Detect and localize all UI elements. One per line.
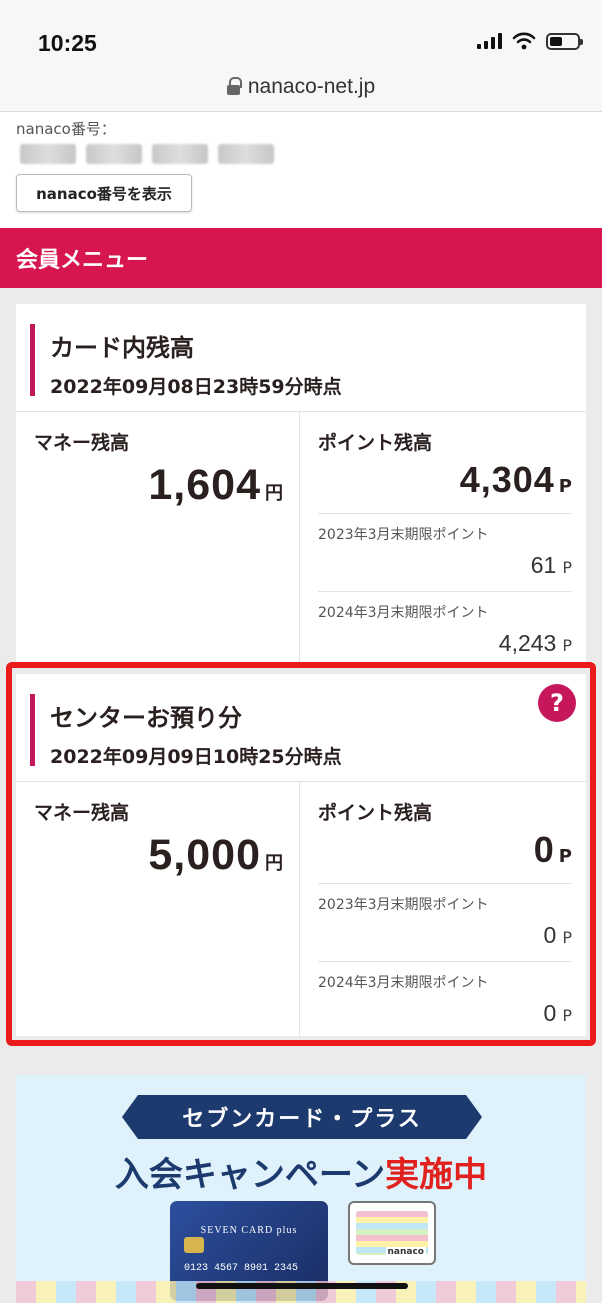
- expiring-points-unit: P: [562, 928, 572, 947]
- expiring-points-row: 2023年3月末期限ポイント 61 P: [318, 514, 572, 592]
- lock-icon: [226, 76, 242, 97]
- card-brand: SEVEN CARD plus: [200, 1225, 298, 1236]
- expiring-points-label: 2023年3月末期限ポイント: [318, 897, 489, 913]
- expiring-points-amount: 0: [543, 922, 557, 948]
- money-balance-column: マネー残高 1,604 円: [16, 412, 300, 666]
- nanaco-number-section: nanaco番号： nanaco番号を表示: [0, 112, 602, 228]
- card-balance-date: 2022年09月08日23時59分時点: [50, 376, 342, 398]
- member-menu-header[interactable]: 会員メニュー: [0, 228, 602, 288]
- money-balance-value: 1,604 円: [34, 461, 283, 510]
- center-balance-title: センターお預り分: [50, 704, 242, 732]
- expiring-points-value: 61 P: [318, 552, 572, 579]
- money-balance-column: マネー残高 5,000 円: [16, 782, 300, 1036]
- expiring-points-label: 2024年3月末期限ポイント: [318, 605, 489, 621]
- help-icon[interactable]: ?: [538, 684, 576, 722]
- expiring-points-row: 2023年3月末期限ポイント 0P: [318, 884, 572, 962]
- expiring-points-value: 0P: [318, 1000, 572, 1027]
- accent-bar: [30, 324, 35, 396]
- money-unit: 円: [265, 853, 283, 874]
- url-text: nanaco-net.jp: [247, 74, 376, 98]
- nanaco-card-image: nanaco: [348, 1201, 436, 1265]
- expiring-points-unit: P: [562, 636, 572, 655]
- expiring-points-value: 4,243 P: [318, 630, 572, 657]
- wifi-icon: [512, 32, 536, 50]
- expiring-points-label: 2024年3月末期限ポイント: [318, 975, 489, 991]
- expiring-points-unit: P: [562, 558, 572, 577]
- point-unit: P: [558, 476, 572, 497]
- money-balance-label: マネー残高: [34, 802, 130, 824]
- money-balance-label: マネー残高: [34, 432, 130, 454]
- banner-ribbon: セブンカード・プラス: [122, 1095, 482, 1139]
- center-balance-date: 2022年09月09日10時25分時点: [50, 746, 342, 768]
- point-amount: 4,304: [459, 459, 555, 500]
- center-balance-panel: センターお預り分 2022年09月09日10時25分時点 ? マネー残高 5,0…: [16, 674, 586, 1036]
- banner-headline-main: 入会キャンペーン: [114, 1155, 386, 1195]
- money-amount: 1,604: [148, 461, 261, 509]
- card-balance-panel: カード内残高 2022年09月08日23時59分時点 マネー残高 1,604 円 …: [16, 304, 586, 666]
- money-amount: 5,000: [148, 831, 261, 879]
- money-unit: 円: [265, 483, 283, 504]
- expiring-points-amount: 0: [543, 1000, 557, 1026]
- status-time: 10:25: [38, 30, 97, 56]
- point-amount: 0: [533, 829, 555, 870]
- card-balance-header: カード内残高 2022年09月08日23時59分時点: [16, 304, 586, 412]
- expiring-points-amount: 61: [530, 552, 557, 578]
- expiring-points-row: 2024年3月末期限ポイント 4,243 P: [318, 592, 572, 669]
- center-balance-header: センターお預り分 2022年09月09日10時25分時点 ?: [16, 674, 586, 782]
- point-balance-value: 0P: [318, 829, 572, 884]
- home-indicator[interactable]: [196, 1283, 408, 1289]
- point-balance-column: ポイント残高 0P 2023年3月末期限ポイント 0P 2024年3月末期限ポイ…: [300, 782, 586, 1036]
- point-balance-label: ポイント残高: [318, 802, 433, 824]
- expiring-points-amount: 4,243: [498, 630, 557, 656]
- card-balance-title: カード内残高: [50, 334, 194, 362]
- money-balance-value: 5,000 円: [34, 831, 283, 880]
- expiring-points-unit: P: [562, 1006, 572, 1025]
- nanaco-number-masked: [20, 144, 274, 164]
- point-unit: P: [558, 846, 572, 867]
- card-balance-body: マネー残高 1,604 円 ポイント残高 4,304 P 2023年3月末期限ポイン…: [16, 412, 586, 666]
- battery-icon: [546, 32, 583, 50]
- banner-headline: 入会キャンペーン実施中: [16, 1147, 586, 1196]
- banner-headline-accent: 実施中: [385, 1155, 488, 1195]
- accent-bar: [30, 694, 35, 766]
- expiring-points-label: 2023年3月末期限ポイント: [318, 527, 489, 543]
- nanaco-logo: nanaco: [385, 1247, 426, 1257]
- card-chip: [184, 1237, 204, 1253]
- campaign-banner[interactable]: セブンカード・プラス 入会キャンペーン実施中 SEVEN CARD plus 0…: [16, 1075, 586, 1303]
- status-icons: [477, 32, 583, 50]
- card-number: 0123 4567 8901 2345: [184, 1263, 299, 1274]
- show-nanaco-number-button[interactable]: nanaco番号を表示: [16, 174, 192, 212]
- status-bar: 10:25: [0, 0, 602, 62]
- expiring-points-value: 0P: [318, 922, 572, 949]
- center-balance-body: マネー残高 5,000 円 ポイント残高 0P 2023年3月末期限ポイント 0P…: [16, 782, 586, 1036]
- signal-icon: [477, 33, 502, 49]
- point-balance-value: 4,304 P: [318, 459, 572, 514]
- url-bar[interactable]: nanaco-net.jp: [0, 62, 602, 112]
- nanaco-number-label: nanaco番号：: [16, 120, 116, 138]
- point-balance-column: ポイント残高 4,304 P 2023年3月末期限ポイント 61 P 2024年3月…: [300, 412, 586, 666]
- expiring-points-row: 2024年3月末期限ポイント 0P: [318, 962, 572, 1039]
- point-balance-label: ポイント残高: [318, 432, 433, 454]
